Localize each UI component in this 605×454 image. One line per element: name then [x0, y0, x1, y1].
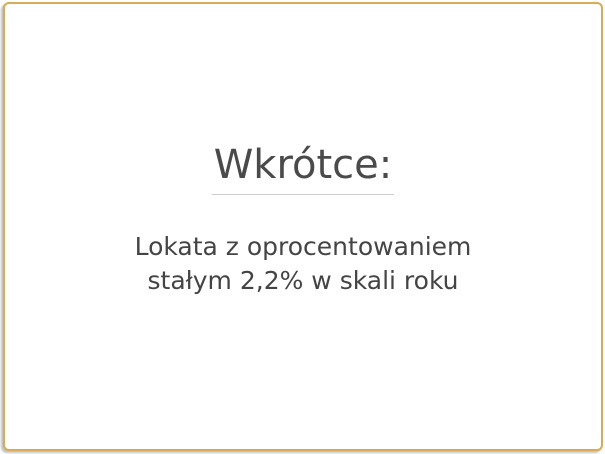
- announcement-card: Wkrótce: Lokata z oprocentowaniem stałym…: [3, 2, 603, 451]
- description-line-2: stałym 2,2% w skali roku: [147, 266, 459, 295]
- description: Lokata z oprocentowaniem stałym 2,2% w s…: [5, 230, 601, 298]
- description-line-1: Lokata z oprocentowaniem: [134, 232, 472, 261]
- heading-wrap: Wkrótce:: [5, 142, 601, 195]
- heading: Wkrótce:: [211, 142, 395, 195]
